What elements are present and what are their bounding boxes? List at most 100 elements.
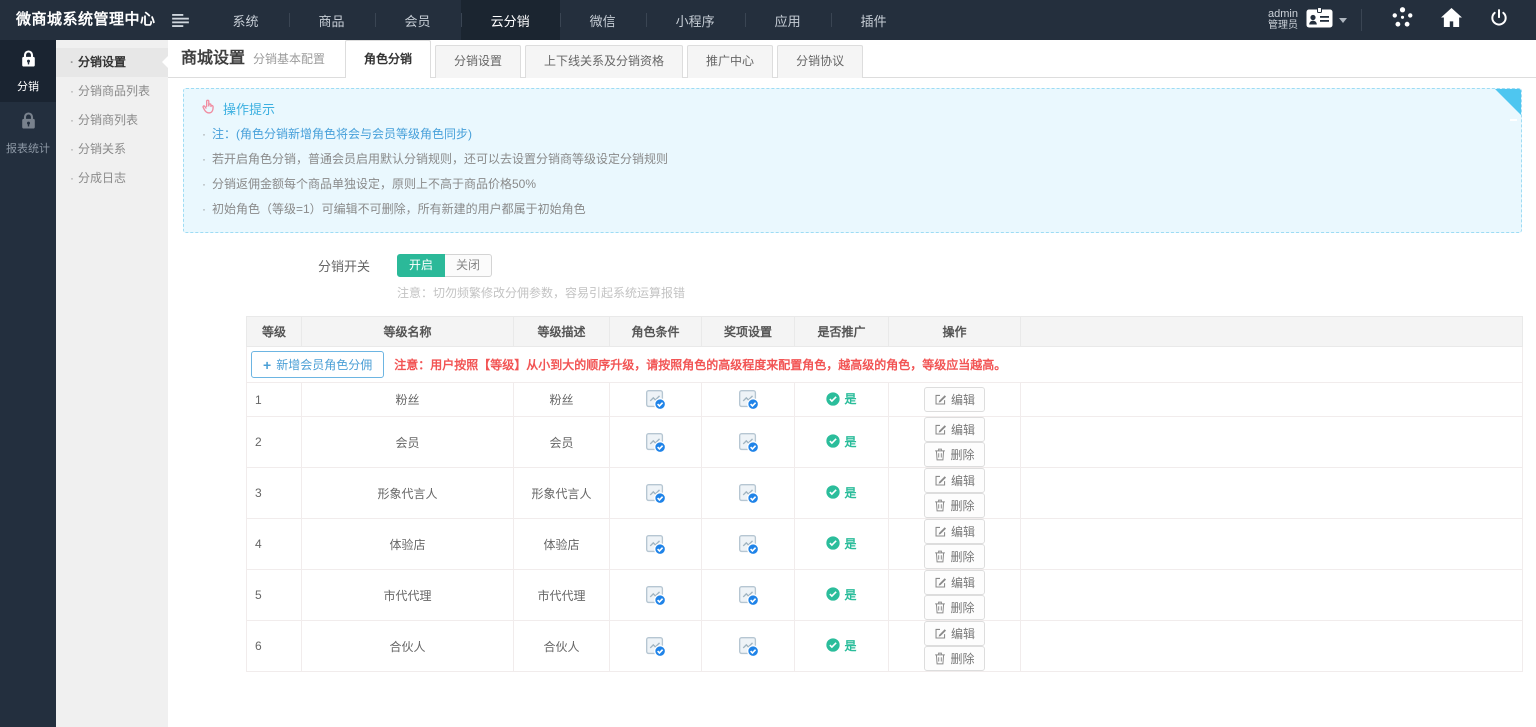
delete-button[interactable]: 删除: [924, 595, 984, 620]
nav-list-icon[interactable]: [170, 0, 203, 40]
cell-award: [702, 621, 795, 672]
shortcuts-button[interactable]: [1378, 0, 1427, 40]
user-role: 管理员: [1268, 20, 1298, 32]
nav-item-微信[interactable]: 微信: [560, 0, 646, 40]
doc-check-icon[interactable]: [644, 482, 667, 505]
edit-icon: [934, 393, 947, 406]
cell-condition: [610, 468, 702, 519]
table-notice-row: +新增会员角色分佣 注意：用户按照【等级】从小到大的顺序升级，请按照角色的高级程…: [247, 347, 1523, 383]
tips-collapse-button[interactable]: [1495, 89, 1521, 115]
delete-button[interactable]: 删除: [924, 544, 984, 569]
tab-分销设置[interactable]: 分销设置: [435, 45, 521, 78]
edit-icon: [934, 474, 947, 487]
cell-desc: 形象代言人: [514, 468, 610, 519]
module-item-报表统计[interactable]: 报表统计: [0, 102, 56, 164]
lock-icon: [18, 110, 39, 136]
cell-condition: [610, 570, 702, 621]
doc-check-icon[interactable]: [644, 388, 667, 411]
table-row: 4体验店体验店是编辑删除: [247, 519, 1523, 570]
cell-award: [702, 417, 795, 468]
column-header-角色条件: 角色条件: [610, 317, 702, 347]
tab-上下线关系及分销资格[interactable]: 上下线关系及分销资格: [525, 45, 683, 78]
submenu-item-分销设置[interactable]: 分销设置: [56, 48, 168, 77]
cell-operations: 编辑删除: [889, 417, 1021, 468]
delete-button[interactable]: 删除: [924, 493, 984, 518]
doc-check-icon[interactable]: [737, 584, 760, 607]
cell-operations: 编辑删除: [889, 468, 1021, 519]
column-header-等级名称: 等级名称: [302, 317, 514, 347]
submenu-item-分销商列表[interactable]: 分销商列表: [56, 106, 168, 135]
doc-check-icon[interactable]: [644, 584, 667, 607]
page-subtitle: 分销基本配置: [253, 50, 325, 67]
column-header-等级: 等级: [247, 317, 302, 347]
doc-check-icon[interactable]: [737, 533, 760, 556]
doc-check-icon[interactable]: [737, 482, 760, 505]
delete-button[interactable]: 删除: [924, 442, 984, 467]
submenu-item-分销关系[interactable]: 分销关系: [56, 135, 168, 164]
nav-item-插件[interactable]: 插件: [831, 0, 917, 40]
cell-level: 6: [247, 621, 302, 672]
delete-button[interactable]: 删除: [924, 646, 984, 671]
home-icon: [1440, 7, 1463, 33]
cell-level: 5: [247, 570, 302, 621]
doc-check-icon[interactable]: [644, 533, 667, 556]
doc-check-icon[interactable]: [644, 635, 667, 658]
cell-desc: 合伙人: [514, 621, 610, 672]
add-role-button[interactable]: +新增会员角色分佣: [251, 351, 384, 378]
nav-item-系统[interactable]: 系统: [203, 0, 289, 40]
cell-level: 3: [247, 468, 302, 519]
cell-award: [702, 468, 795, 519]
hand-pointer-icon: [200, 98, 216, 118]
cell-operations: 编辑删除: [889, 621, 1021, 672]
nav-item-应用[interactable]: 应用: [745, 0, 831, 40]
edit-button[interactable]: 编辑: [924, 519, 985, 544]
cell-award: [702, 519, 795, 570]
tab-角色分销[interactable]: 角色分销: [345, 40, 431, 78]
edit-button[interactable]: 编辑: [924, 417, 985, 442]
cell-name: 会员: [302, 417, 514, 468]
trash-icon: [934, 448, 946, 461]
logout-button[interactable]: [1476, 0, 1522, 40]
tab-推广中心[interactable]: 推广中心: [687, 45, 773, 78]
nav-item-商品[interactable]: 商品: [289, 0, 375, 40]
nav-item-云分销[interactable]: 云分销: [461, 0, 560, 40]
doc-check-icon[interactable]: [644, 431, 667, 454]
lock-icon: [18, 48, 39, 74]
cell-promote: 是: [795, 570, 889, 621]
page-title: 商城设置: [181, 44, 245, 68]
edit-button[interactable]: 编辑: [924, 570, 985, 595]
profile-card-button[interactable]: [1306, 7, 1347, 34]
tips-item-4: 初始角色（等级=1）可编辑不可删除，所有新建的用户都属于初始角色: [200, 197, 1505, 222]
tips-list: 注：(角色分销新增角色将会与会员等级角色同步)若开启角色分销，普通会员启用默认分…: [200, 122, 1505, 222]
app-logo: 微商城系统管理中心: [0, 0, 170, 40]
doc-check-icon[interactable]: [737, 431, 760, 454]
table-row: 3形象代言人形象代言人是编辑删除: [247, 468, 1523, 519]
power-icon: [1489, 8, 1509, 33]
edit-button[interactable]: 编辑: [924, 387, 985, 412]
tab-分销协议[interactable]: 分销协议: [777, 45, 863, 78]
module-item-分销[interactable]: 分销: [0, 40, 56, 102]
distribution-switch: 开启 关闭: [397, 254, 492, 277]
cell-award: [702, 383, 795, 417]
home-button[interactable]: [1427, 0, 1476, 40]
cell-filler: [1021, 417, 1523, 468]
doc-check-icon[interactable]: [737, 388, 760, 411]
switch-on-button[interactable]: 开启: [397, 254, 445, 277]
plus-icon: +: [263, 360, 271, 370]
submenu-item-分成日志[interactable]: 分成日志: [56, 164, 168, 193]
table-row: 6合伙人合伙人是编辑删除: [247, 621, 1523, 672]
table-header-row: 等级等级名称等级描述角色条件奖项设置是否推广操作: [247, 317, 1523, 347]
nav-item-小程序[interactable]: 小程序: [646, 0, 745, 40]
trash-icon: [934, 652, 946, 665]
trash-icon: [934, 550, 946, 563]
tab-bar: 角色分销分销设置上下线关系及分销资格推广中心分销协议: [345, 40, 867, 77]
submenu-item-分销商品列表[interactable]: 分销商品列表: [56, 77, 168, 106]
edit-icon: [934, 423, 947, 436]
cell-promote: 是: [795, 383, 889, 417]
switch-off-button[interactable]: 关闭: [445, 254, 492, 277]
check-circle-icon: [826, 536, 840, 550]
edit-button[interactable]: 编辑: [924, 468, 985, 493]
doc-check-icon[interactable]: [737, 635, 760, 658]
nav-item-会员[interactable]: 会员: [375, 0, 461, 40]
edit-button[interactable]: 编辑: [924, 621, 985, 646]
